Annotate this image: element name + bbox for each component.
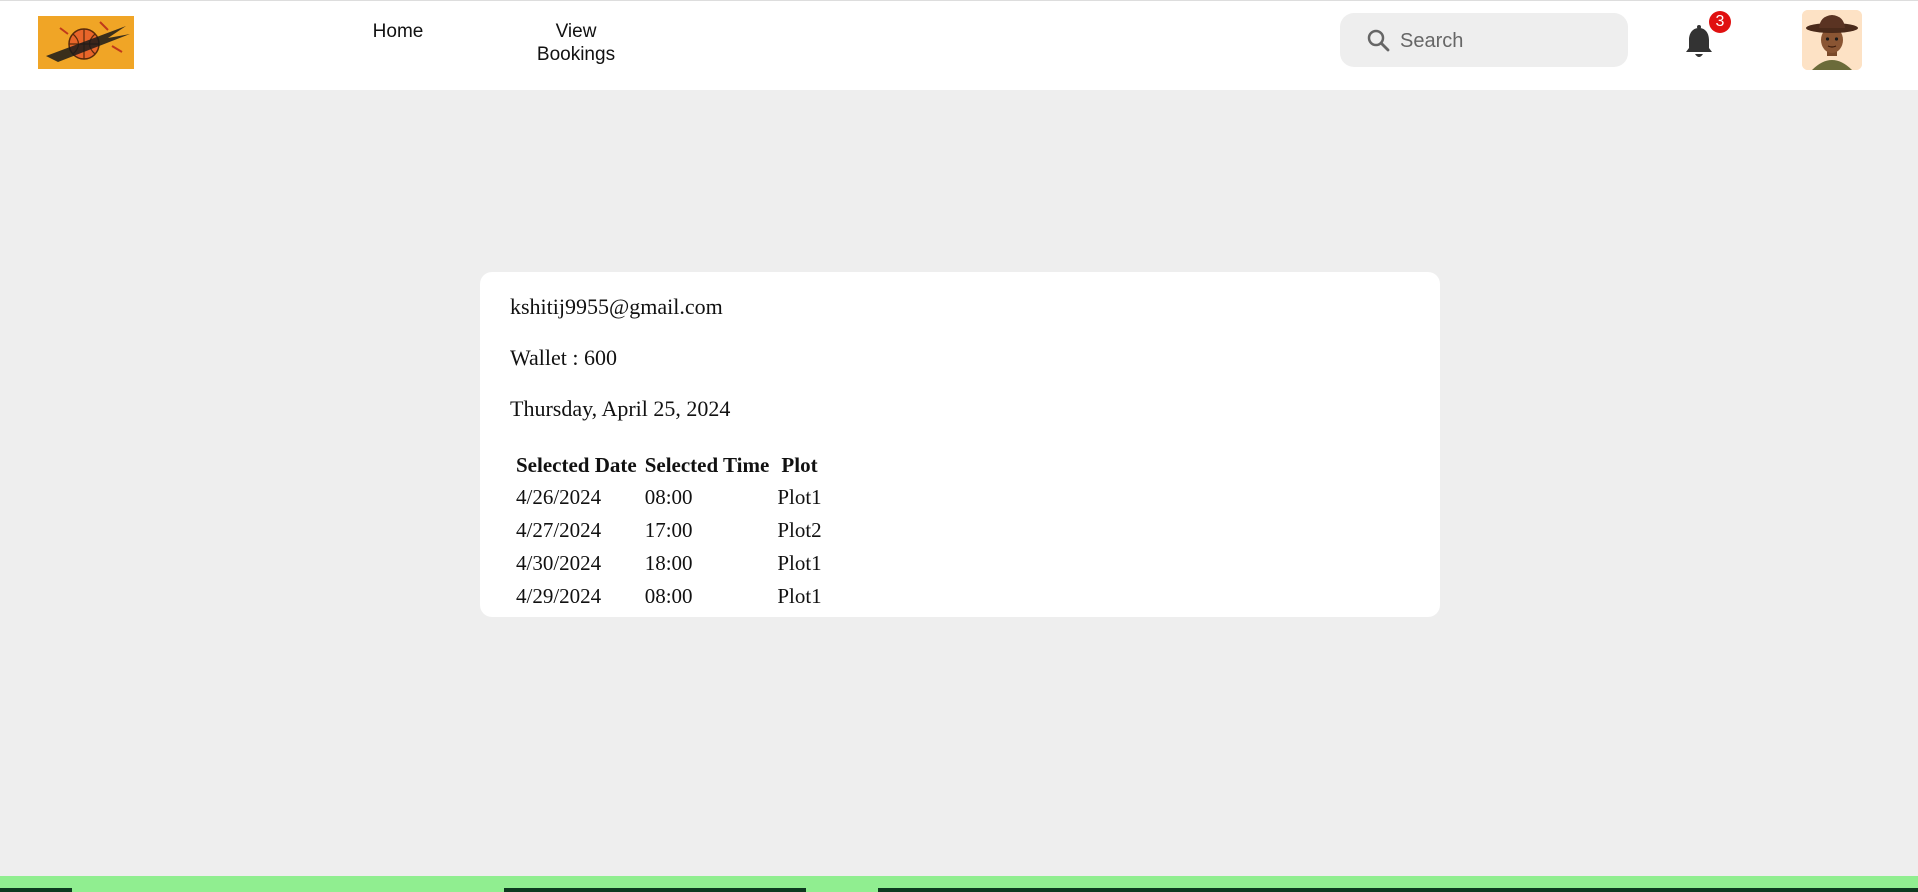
avatar-person-icon xyxy=(1802,10,1862,70)
booking-time-cell: 17:00 xyxy=(644,518,693,542)
booking-date-cell: 4/26/2024 xyxy=(516,485,602,509)
bell-icon[interactable] xyxy=(1683,25,1715,61)
profile-card: kshitij9955@gmail.com Wallet : 600 Thurs… xyxy=(480,272,1440,617)
bottom-strip-segment xyxy=(0,888,72,892)
user-email: kshitij9955@gmail.com xyxy=(510,294,723,319)
booking-time-cell: 08:00 xyxy=(644,584,693,608)
top-navigation-bar: Home View Bookings 3 xyxy=(0,0,1918,90)
bookings-table-header-row: Selected Date Selected Time Plot xyxy=(514,450,824,480)
booking-plot-cell: Plot2 xyxy=(777,518,822,542)
avatar[interactable] xyxy=(1802,10,1862,70)
basketball-logo-icon xyxy=(38,16,134,69)
table-row: 4/27/2024 17:00 Plot2 xyxy=(514,515,824,546)
logo[interactable] xyxy=(38,16,134,69)
table-row: 4/30/2024 18:00 Plot1 xyxy=(514,548,824,579)
booking-time-cell: 08:00 xyxy=(644,485,693,509)
booking-date-cell: 4/30/2024 xyxy=(516,551,602,575)
nav-bookings-label-line1: View xyxy=(555,21,597,42)
bottom-strip-segment xyxy=(504,888,806,892)
search-box[interactable] xyxy=(1340,13,1628,67)
nav-home-label: Home xyxy=(372,21,424,42)
column-header-selected-date: Selected Date xyxy=(516,452,637,477)
booking-date-cell: 4/29/2024 xyxy=(516,584,602,608)
wallet-balance: Wallet : 600 xyxy=(510,345,617,370)
search-icon xyxy=(1367,29,1390,52)
booking-time-cell: 18:00 xyxy=(644,551,693,575)
nav-view-bookings-link[interactable]: View Bookings xyxy=(530,20,622,66)
column-header-selected-time: Selected Time xyxy=(644,452,770,477)
nav-home-link[interactable]: Home xyxy=(352,20,444,43)
table-row: 4/26/2024 08:00 Plot1 xyxy=(514,482,824,513)
booking-plot-cell: Plot1 xyxy=(777,551,822,575)
column-header-plot: Plot xyxy=(781,452,818,477)
booking-plot-cell: Plot1 xyxy=(777,584,822,608)
current-date: Thursday, April 25, 2024 xyxy=(510,396,731,421)
bottom-strip-segment xyxy=(878,888,1918,892)
booking-plot-cell: Plot1 xyxy=(777,485,822,509)
booking-date-cell: 4/27/2024 xyxy=(516,518,602,542)
search-input[interactable] xyxy=(1398,23,1622,59)
notification-count-badge: 3 xyxy=(1709,11,1731,33)
table-row: 4/29/2024 08:00 Plot1 xyxy=(514,581,824,612)
nav-bookings-label-line2: Bookings xyxy=(536,44,616,65)
bookings-table: Selected Date Selected Time Plot 4/26/20… xyxy=(510,448,828,614)
